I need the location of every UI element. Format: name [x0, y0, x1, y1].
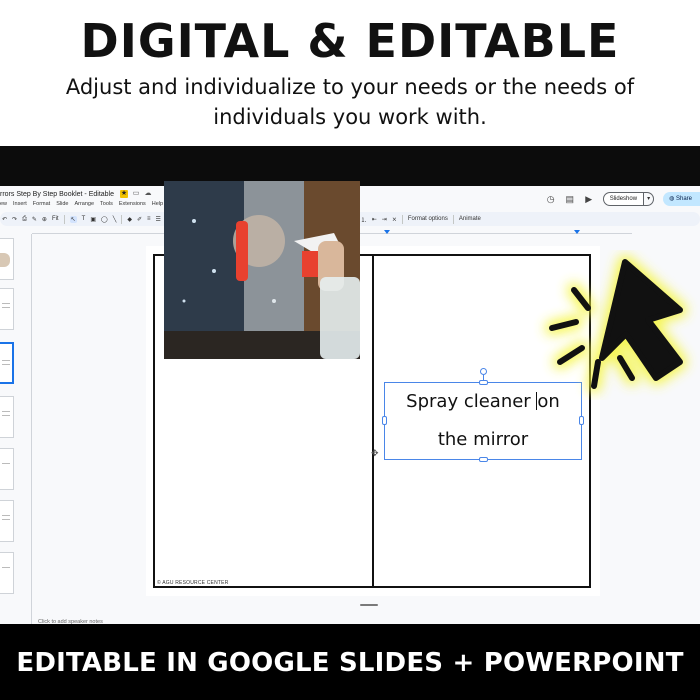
menu-slide[interactable]: Slide — [56, 201, 68, 207]
menu-view[interactable]: ew — [0, 201, 7, 207]
banner-text: EDITABLE IN GOOGLE SLIDES + POWERPOINT — [16, 648, 684, 678]
slideshow-options-button[interactable]: ▾ — [644, 192, 655, 206]
thumbnail-text — [2, 515, 10, 516]
rotate-handle[interactable] — [480, 368, 487, 375]
border-weight-icon[interactable]: ≡ — [147, 216, 151, 222]
comment-icon[interactable]: ▤ — [565, 194, 575, 205]
slide-thumbnail[interactable] — [0, 448, 14, 490]
thumbnail-text — [2, 364, 10, 365]
thumbnail-text — [2, 567, 10, 568]
promo-subtitle: Adjust and individualize to your needs o… — [40, 72, 660, 132]
slide-thumbnail[interactable] — [0, 238, 14, 280]
thumbnail-text — [2, 519, 10, 520]
select-tool-icon[interactable]: ↖ — [69, 215, 77, 223]
cloud-status-icon[interactable]: ☁ — [144, 190, 152, 198]
thumbnail-image — [0, 253, 10, 267]
slideshow-button[interactable]: Slideshow — [602, 192, 645, 206]
undo-icon[interactable]: ↶ — [2, 216, 7, 223]
fill-color-icon[interactable]: ◆ — [127, 216, 132, 223]
move-icon[interactable]: ✥ — [371, 448, 379, 459]
zoom-icon[interactable]: ⊕ — [42, 216, 47, 223]
slide-filmstrip — [0, 234, 16, 624]
title-icons: ★ ▭ ☁ — [120, 190, 152, 198]
image-tool-icon[interactable]: ▣ — [90, 216, 96, 223]
promo-subtitle-line2: individuals you work with. — [213, 105, 487, 129]
slide-thumbnail[interactable] — [0, 552, 14, 594]
redo-icon[interactable]: ↷ — [12, 216, 17, 223]
share-button[interactable]: ◍ Share — [663, 192, 700, 206]
indent-decrease-icon[interactable]: ⇤ — [372, 216, 377, 223]
meet-icon[interactable]: ▶ — [584, 194, 594, 205]
header-actions: ◷ ▤ ▶ Slideshow ▾ ◍ Share — [546, 190, 700, 208]
document-title[interactable]: rrors Step By Step Booklet - Editable — [0, 191, 114, 198]
textbox-line-2: the mirror — [437, 429, 529, 450]
shape-tool-icon[interactable]: ◯ — [101, 216, 108, 223]
line-tool-icon[interactable]: ╲ — [113, 216, 117, 223]
spray-bottle-photo[interactable] — [164, 181, 360, 359]
right-indent-marker[interactable] — [574, 230, 580, 234]
thumbnail-text — [2, 415, 10, 416]
share-label: Share — [675, 196, 692, 202]
textbox-line-1-text: Spray cleaner — [406, 391, 537, 412]
move-folder-icon[interactable]: ▭ — [132, 190, 140, 198]
menu-help[interactable]: Help — [152, 201, 163, 207]
thumbnail-text — [2, 303, 10, 304]
menu-insert[interactable]: Insert — [13, 201, 27, 207]
border-dash-icon[interactable]: ☰ — [156, 216, 161, 223]
copyright-text: © AGU RESOURCE CENTER — [157, 580, 229, 586]
paint-format-icon[interactable]: ✎ — [32, 216, 37, 223]
vertical-ruler[interactable] — [26, 234, 32, 624]
print-icon[interactable]: ⎙ — [22, 216, 27, 223]
toolbar-divider — [121, 214, 123, 224]
globe-icon: ◍ — [669, 196, 676, 202]
speaker-notes-resize-handle[interactable] — [360, 604, 378, 606]
bottom-banner: EDITABLE IN GOOGLE SLIDES + POWERPOINT — [0, 624, 700, 700]
resize-handle-bottom[interactable] — [479, 457, 488, 462]
booklet-page-divider — [372, 256, 374, 586]
menu-bar: ew Insert Format Slide Arrange Tools Ext… — [0, 201, 163, 207]
pointer-arrow-icon — [545, 255, 687, 393]
indent-increase-icon[interactable]: ⇥ — [382, 216, 387, 223]
toolbar-divider — [401, 214, 403, 224]
photo-art — [164, 181, 360, 359]
thumbnail-text — [2, 360, 10, 361]
slide-thumbnail[interactable] — [0, 500, 14, 542]
promo-subtitle-line1: Adjust and individualize to your needs o… — [65, 75, 635, 99]
thumbnail-text — [2, 307, 10, 308]
resize-handle-left[interactable] — [382, 416, 387, 425]
menu-arrange[interactable]: Arrange — [74, 201, 94, 207]
slide-thumbnail-selected[interactable] — [0, 342, 14, 384]
promo-title: DIGITAL & EDITABLE — [80, 14, 620, 68]
left-indent-marker[interactable] — [384, 230, 390, 234]
menu-extensions[interactable]: Extensions — [119, 201, 146, 207]
toolbar-divider — [63, 214, 65, 224]
format-options-button[interactable]: Format options — [408, 216, 448, 222]
resize-handle-right[interactable] — [579, 416, 584, 425]
numbered-list-icon[interactable]: ⒈ — [361, 215, 367, 224]
resize-handle-top[interactable] — [479, 380, 488, 385]
menu-tools[interactable]: Tools — [100, 201, 113, 207]
zoom-select[interactable]: Fit — [52, 216, 59, 222]
animate-button[interactable]: Animate — [459, 216, 481, 222]
toolbar-divider — [452, 214, 454, 224]
thumbnail-text — [2, 463, 10, 464]
thumbnail-text — [2, 411, 10, 412]
border-color-icon[interactable]: ✐ — [137, 216, 142, 223]
clear-format-icon[interactable]: ⨯ — [392, 216, 397, 223]
slide-thumbnail[interactable] — [0, 396, 14, 438]
star-icon[interactable]: ★ — [120, 190, 128, 198]
slide-thumbnail[interactable] — [0, 288, 14, 330]
textbox-tool-icon[interactable]: T — [82, 216, 86, 222]
menu-format[interactable]: Format — [33, 201, 50, 207]
history-icon[interactable]: ◷ — [546, 194, 556, 205]
